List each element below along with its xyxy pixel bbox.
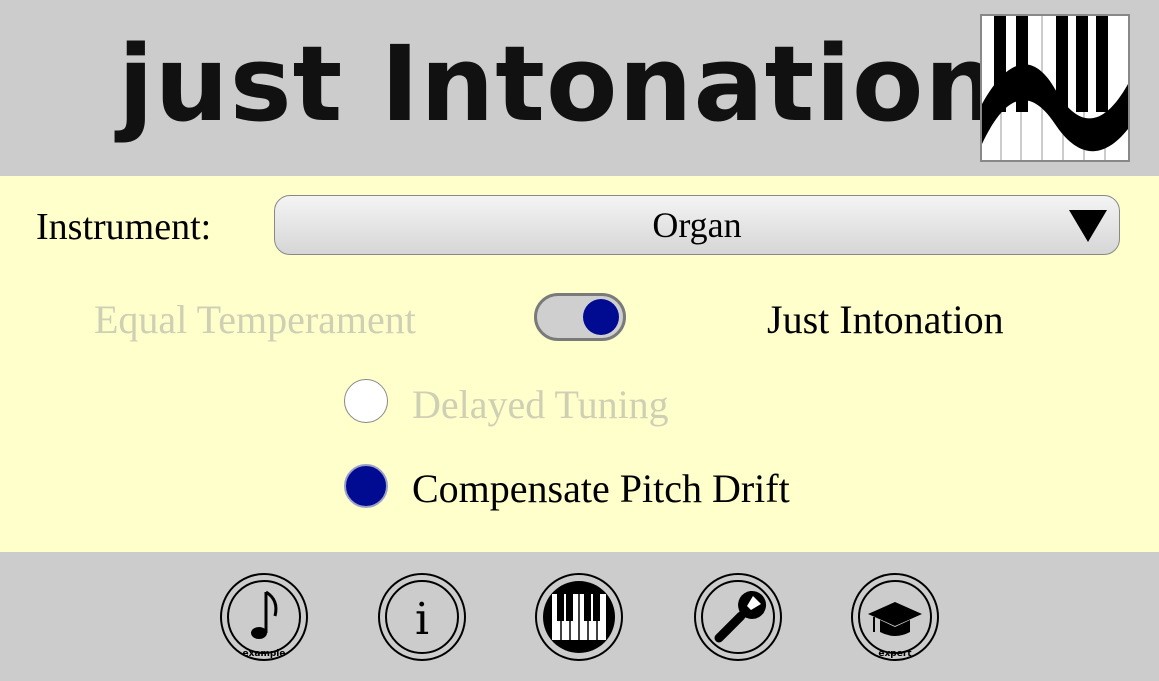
- tuning-mode-toggle[interactable]: [534, 293, 626, 341]
- svg-text:i: i: [415, 594, 429, 645]
- info-button[interactable]: i: [377, 572, 467, 662]
- settings-button[interactable]: [693, 572, 783, 662]
- piano-wave-logo-icon: [980, 14, 1130, 162]
- graduation-cap-icon: expert: [851, 573, 939, 661]
- compensate-pitch-drift-radio[interactable]: [344, 464, 388, 508]
- piano-keys-icon: [535, 573, 623, 661]
- example-button[interactable]: example: [219, 572, 309, 662]
- keyboard-button[interactable]: [534, 572, 624, 662]
- example-caption: example: [243, 649, 286, 659]
- just-intonation-label: Just Intonation: [767, 297, 1004, 342]
- instrument-selected-value: Organ: [652, 205, 742, 245]
- delayed-tuning-label: Delayed Tuning: [412, 382, 669, 427]
- app-title: just Intonation: [118, 23, 1000, 145]
- toggle-knob: [583, 299, 619, 335]
- info-icon: i: [378, 573, 466, 661]
- instrument-label: Instrument:: [36, 206, 212, 248]
- dropdown-arrow-icon: [1069, 210, 1107, 242]
- compensate-pitch-drift-label: Compensate Pitch Drift: [412, 466, 790, 511]
- expert-button[interactable]: expert: [850, 572, 940, 662]
- delayed-tuning-radio[interactable]: [344, 379, 388, 423]
- music-note-icon: example: [220, 573, 308, 661]
- expert-caption: expert: [878, 649, 912, 659]
- instrument-dropdown[interactable]: Organ: [274, 195, 1120, 255]
- header: just Intonation: [0, 0, 1159, 176]
- wrench-icon: [694, 573, 782, 661]
- equal-temperament-label: Equal Temperament: [94, 297, 416, 342]
